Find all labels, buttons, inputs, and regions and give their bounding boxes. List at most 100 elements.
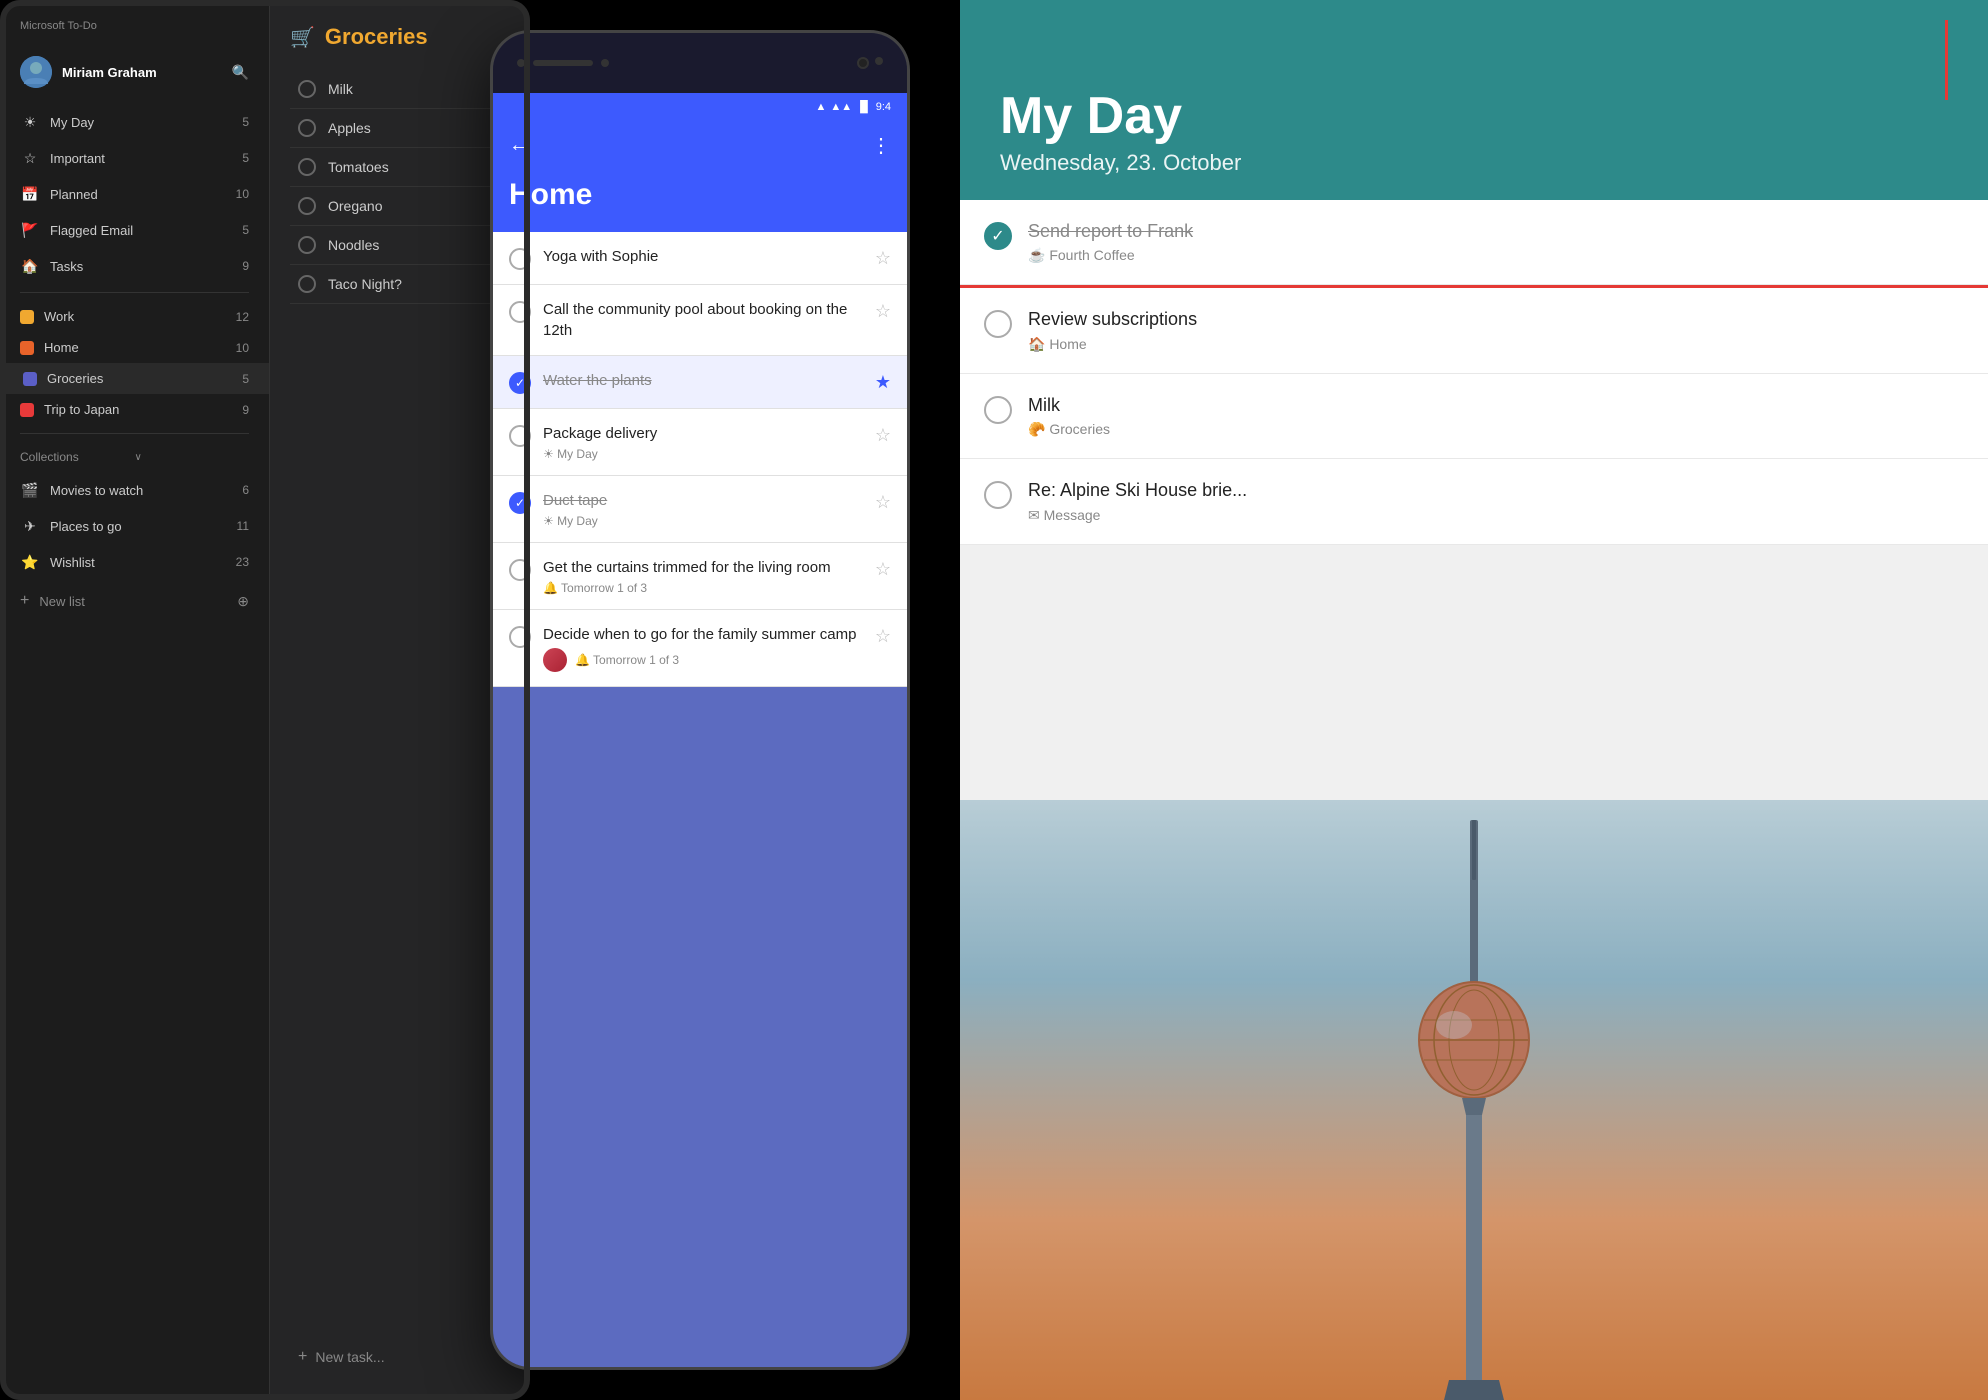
task-checkbox[interactable] (298, 80, 316, 98)
user-name: Miriam Graham (62, 65, 232, 80)
sidebar-item-groceries[interactable]: Groceries 5 (0, 363, 269, 394)
task-row[interactable]: Decide when to go for the family summer … (493, 610, 907, 687)
task-checkbox[interactable]: ✓ (509, 372, 531, 394)
task-checkbox[interactable] (298, 236, 316, 254)
collections-label: Collections (20, 450, 135, 464)
sidebar-item-planned[interactable]: 📅 Planned 10 (0, 176, 269, 212)
task-checkbox[interactable] (984, 396, 1012, 424)
sidebar-item-count: 12 (229, 310, 249, 324)
task-content: Package delivery ☀ My Day (543, 423, 875, 461)
task-row[interactable]: Package delivery ☀ My Day ☆ (493, 409, 907, 476)
star-button[interactable]: ☆ (875, 248, 891, 269)
task-checkbox[interactable] (298, 119, 316, 137)
user-profile[interactable]: Miriam Graham 🔍 (0, 48, 269, 96)
task-subtitle: 🥐 Groceries (1028, 421, 1964, 438)
tablet-device: Microsoft To-Do Miriam Graham 🔍 ☀ My Day… (0, 0, 530, 1400)
task-title: Get the curtains trimmed for the living … (543, 557, 875, 578)
star-button[interactable]: ☆ (875, 559, 891, 580)
task-row[interactable]: Yoga with Sophie ☆ (493, 232, 907, 285)
list-color-indicator (20, 341, 34, 355)
task-content: Milk 🥐 Groceries (1028, 394, 1964, 438)
divider (20, 292, 249, 293)
task-label: Taco Night? (328, 276, 402, 292)
task-row[interactable]: ✓ Water the plants ★ (493, 356, 907, 409)
task-checkbox[interactable] (298, 275, 316, 293)
sidebar-item-movies-to-watch[interactable]: 🎬 Movies to watch 6 (0, 472, 269, 508)
star-button[interactable]: ☆ (875, 301, 891, 322)
task-checkbox[interactable] (509, 425, 531, 447)
new-task-button[interactable]: + New task... (290, 1338, 510, 1376)
flag-icon: 🚩 (20, 220, 40, 240)
groceries-title: Groceries (325, 24, 428, 50)
sidebar-item-work[interactable]: Work 12 (0, 301, 269, 332)
task-content: Decide when to go for the family summer … (543, 624, 875, 672)
task-checkbox[interactable] (509, 248, 531, 270)
task-checkbox[interactable] (984, 481, 1012, 509)
task-title: Milk (1028, 394, 1964, 417)
task-row[interactable]: Milk 🥐 Groceries (960, 374, 1988, 459)
task-subtitle: 🔔 Tomorrow 1 of 3 (543, 648, 875, 672)
red-accent-line (1945, 20, 1948, 100)
status-icons: ▲ ▲▲ ▐▌ 9:4 (815, 101, 891, 113)
sidebar-item-home[interactable]: Home 10 (0, 332, 269, 363)
task-subtitle: ✉ Message (1028, 507, 1964, 524)
task-subtitle: ☀ My Day (543, 514, 875, 528)
task-checkbox[interactable] (509, 301, 531, 323)
avatar (543, 648, 567, 672)
time-display: 9:4 (876, 101, 891, 113)
task-title: Package delivery (543, 423, 875, 444)
task-row[interactable]: ✓ Duct tape ☀ My Day ☆ (493, 476, 907, 543)
phone-status-bar: ▲ ▲▲ ▐▌ 9:4 (493, 93, 907, 121)
task-subtitle: ☀ My Day (543, 447, 875, 461)
plus-icon: + (20, 592, 29, 610)
star-button[interactable]: ☆ (875, 626, 891, 647)
sidebar-item-count: 5 (229, 151, 249, 165)
task-row[interactable]: Review subscriptions 🏠 Home (960, 285, 1988, 373)
collections-header[interactable]: Collections ∨ (0, 442, 269, 472)
task-title: Re: Alpine Ski House brie... (1028, 479, 1964, 502)
task-checkbox[interactable] (298, 197, 316, 215)
more-options-button[interactable]: ⋮ (871, 133, 891, 158)
sidebar-item-label: Home (44, 340, 229, 355)
task-row[interactable]: Call the community pool about booking on… (493, 285, 907, 356)
sidebar-item-places-to-go[interactable]: ✈ Places to go 11 (0, 508, 269, 544)
sidebar-item-count: 9 (229, 403, 249, 417)
sensor-dot (601, 59, 609, 67)
list-item[interactable]: Tomatoes (290, 148, 510, 187)
camera-icon (857, 57, 869, 69)
back-button[interactable]: ← (509, 134, 529, 157)
list-item[interactable]: Taco Night? (290, 265, 510, 304)
task-checkbox[interactable] (298, 158, 316, 176)
list-item[interactable]: Noodles (290, 226, 510, 265)
task-checkbox[interactable] (509, 626, 531, 648)
sidebar-item-tasks[interactable]: 🏠 Tasks 9 (0, 248, 269, 284)
sensor-dot (875, 57, 883, 65)
groceries-list-icon: 🛒 (290, 25, 315, 50)
list-color-indicator (20, 403, 34, 417)
star-button[interactable]: ☆ (875, 425, 891, 446)
star-button[interactable]: ☆ (875, 492, 891, 513)
sidebar-item-wishlist[interactable]: ⭐ Wishlist 23 (0, 544, 269, 580)
star-button[interactable]: ★ (875, 372, 891, 393)
task-title: Yoga with Sophie (543, 246, 875, 267)
list-item[interactable]: Milk (290, 70, 510, 109)
list-item[interactable]: Oregano (290, 187, 510, 226)
new-list-button[interactable]: + New list ⊕ (0, 584, 269, 618)
sidebar-item-important[interactable]: ☆ Important 5 (0, 140, 269, 176)
sidebar-item-my-day[interactable]: ☀ My Day 5 (0, 104, 269, 140)
star-icon: ⭐ (20, 552, 40, 572)
phone-app-header: ← ⋮ (493, 121, 907, 170)
sidebar-item-flagged-email[interactable]: 🚩 Flagged Email 5 (0, 212, 269, 248)
task-checkbox[interactable] (509, 559, 531, 581)
list-item[interactable]: Apples (290, 109, 510, 148)
task-checkbox[interactable]: ✓ (984, 222, 1012, 250)
task-row[interactable]: Re: Alpine Ski House brie... ✉ Message (960, 459, 1988, 544)
search-icon[interactable]: 🔍 (232, 64, 249, 81)
phone-bottom-area (493, 1287, 907, 1367)
sidebar-item-trip-to-japan[interactable]: Trip to Japan 9 (0, 394, 269, 425)
task-checkbox[interactable]: ✓ (509, 492, 531, 514)
task-row[interactable]: ✓ Send report to Frank ☕ Fourth Coffee (960, 200, 1988, 285)
task-subtitle: ☕ Fourth Coffee (1028, 247, 1964, 264)
task-checkbox[interactable] (984, 310, 1012, 338)
task-row[interactable]: Get the curtains trimmed for the living … (493, 543, 907, 610)
